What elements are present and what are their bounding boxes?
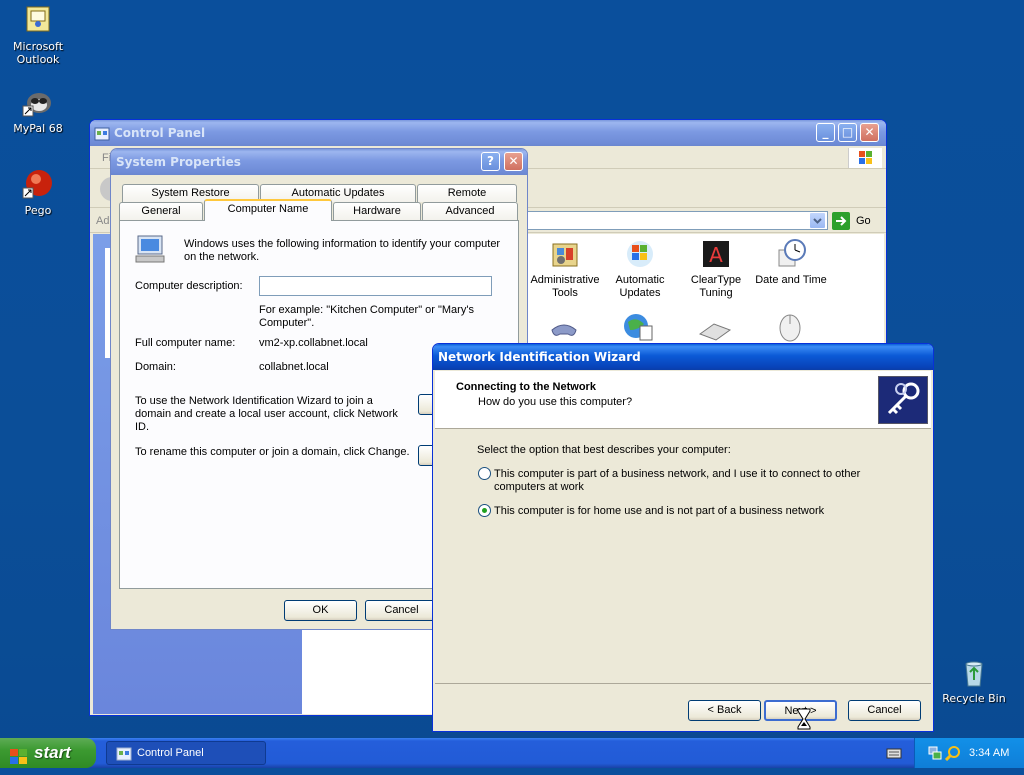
network-id-instructions: To use the Network Identification Wizard…	[135, 395, 398, 433]
taskbar: start Control Panel 3:34 AM	[0, 738, 1024, 768]
system-properties-titlebar[interactable]: System Properties ? ✕	[111, 149, 527, 175]
radio-business-network[interactable]	[478, 467, 491, 480]
tab-advanced[interactable]: Advanced	[422, 202, 518, 220]
cancel-button[interactable]: Cancel	[365, 600, 438, 621]
automatic-updates-icon	[624, 238, 656, 270]
windows-logo-icon	[848, 148, 882, 168]
cp-item-label: Tuning	[699, 287, 733, 299]
game-controller-icon[interactable]	[548, 318, 580, 342]
mouse-icon[interactable]	[776, 312, 804, 342]
system-tray: 3:34 AM	[914, 738, 1024, 768]
close-button[interactable]: ✕	[504, 152, 523, 171]
computer-network-icon	[134, 234, 168, 266]
intro-text: Windows uses the following information t…	[184, 238, 501, 263]
tab-remote[interactable]: Remote	[417, 184, 517, 202]
wizard-header: Connecting to the Network How do you use…	[435, 371, 931, 429]
go-arrow-icon[interactable]	[832, 212, 850, 230]
wizard-header-title: Connecting to the Network	[456, 381, 596, 393]
recycle-bin-icon	[958, 656, 990, 688]
help-button[interactable]: ?	[481, 152, 500, 171]
control-panel-title-icon	[94, 125, 110, 141]
computer-description-input[interactable]	[259, 276, 492, 296]
cp-item-label: Tools	[552, 287, 578, 299]
close-button[interactable]: ✕	[860, 123, 879, 142]
full-computer-name-value: vm2-xp.collabnet.local	[259, 337, 368, 349]
minimize-button[interactable]: _	[816, 123, 835, 142]
wizard-title: Network Identification Wizard	[438, 350, 641, 364]
tab-general[interactable]: General	[119, 202, 203, 220]
example-text: For example: "Kitchen Computer" or "Mary…	[259, 304, 474, 329]
administrative-tools-icon	[549, 238, 581, 270]
option-home-use-label[interactable]: This computer is for home use and is not…	[494, 505, 824, 518]
keyboard-icon[interactable]	[698, 320, 732, 342]
desktop-icon-pego[interactable]: Pego	[0, 168, 76, 217]
cp-item-label: Administrative	[530, 274, 600, 286]
radio-home-use[interactable]	[478, 504, 491, 517]
wizard-prompt: Select the option that best describes yo…	[477, 444, 731, 456]
internet-options-icon[interactable]	[622, 312, 654, 342]
keyboard-tray-icon[interactable]	[886, 746, 902, 760]
search-tray-icon[interactable]	[944, 745, 961, 762]
cleartype-icon: A	[700, 238, 732, 270]
address-dropdown-chevron-icon[interactable]	[809, 212, 826, 229]
start-button[interactable]: start	[0, 738, 96, 768]
pego-icon	[22, 168, 54, 200]
address-label-fragment: Ad	[96, 215, 110, 227]
desktop-icon-label: Microsoft Outlook	[12, 40, 64, 66]
desktop-icon-mypal[interactable]: MyPal 68	[0, 86, 76, 135]
rename-instructions: To rename this computer or join a domain…	[135, 446, 410, 458]
option-business-network-label[interactable]: This computer is part of a business netw…	[494, 468, 860, 494]
domain-label: Domain:	[135, 361, 176, 373]
keys-icon	[878, 376, 928, 424]
desktop-icon-label: Pego	[24, 204, 52, 217]
desktop-icon-label: MyPal 68	[13, 122, 63, 135]
network-identification-wizard: Network Identification Wizard Connecting…	[432, 343, 934, 732]
wizard-titlebar[interactable]: Network Identification Wizard	[433, 344, 933, 370]
cp-item-label: ClearType	[690, 274, 742, 286]
cancel-button[interactable]: Cancel	[848, 700, 921, 721]
cp-item-administrative-tools[interactable]: Administrative Tools	[527, 238, 603, 300]
taskbar-button-control-panel[interactable]: Control Panel	[106, 741, 266, 765]
wizard-header-subtitle: How do you use this computer?	[478, 396, 633, 408]
start-label: start	[34, 743, 71, 762]
computer-description-label: Computer description:	[135, 280, 243, 292]
maximize-button[interactable]: □	[838, 123, 857, 142]
cp-item-label: Updates	[619, 287, 661, 299]
svg-text:A: A	[709, 243, 723, 267]
desktop-icon-recycle-bin[interactable]: Recycle Bin	[936, 656, 1012, 705]
taskbar-button-label: Control Panel	[137, 747, 204, 759]
go-button-label[interactable]: Go	[856, 215, 871, 228]
back-button[interactable]: < Back	[688, 700, 761, 721]
tab-computer-name[interactable]: Computer Name	[204, 199, 332, 221]
clock-icon	[775, 238, 807, 270]
clock: 3:34 AM	[969, 747, 1010, 759]
control-panel-titlebar[interactable]: Control Panel _ □ ✕	[90, 120, 886, 146]
wizard-divider	[435, 683, 931, 684]
hourglass-cursor-icon	[797, 708, 811, 730]
full-computer-name-label: Full computer name:	[135, 337, 236, 349]
cp-item-label: Date and Time	[755, 274, 827, 286]
desktop-icon-outlook[interactable]: Microsoft Outlook	[0, 4, 76, 66]
raccoon-icon	[22, 86, 54, 118]
control-panel-title: Control Panel	[114, 126, 206, 140]
tab-hardware[interactable]: Hardware	[333, 202, 421, 220]
network-tray-icon[interactable]	[927, 745, 943, 761]
cp-item-label: Automatic	[615, 274, 665, 286]
cp-item-date-and-time[interactable]: Date and Time	[753, 238, 829, 287]
domain-value: collabnet.local	[259, 361, 329, 373]
cp-item-cleartype-tuning[interactable]: A ClearType Tuning	[678, 238, 754, 300]
system-properties-title: System Properties	[116, 155, 241, 169]
control-panel-task-icon	[116, 746, 132, 762]
desktop-icon-label: Recycle Bin	[942, 692, 1006, 705]
windows-flag-icon	[10, 745, 28, 764]
ok-button[interactable]: OK	[284, 600, 357, 621]
cp-item-automatic-updates[interactable]: Automatic Updates	[602, 238, 678, 300]
outlook-icon	[22, 4, 54, 36]
